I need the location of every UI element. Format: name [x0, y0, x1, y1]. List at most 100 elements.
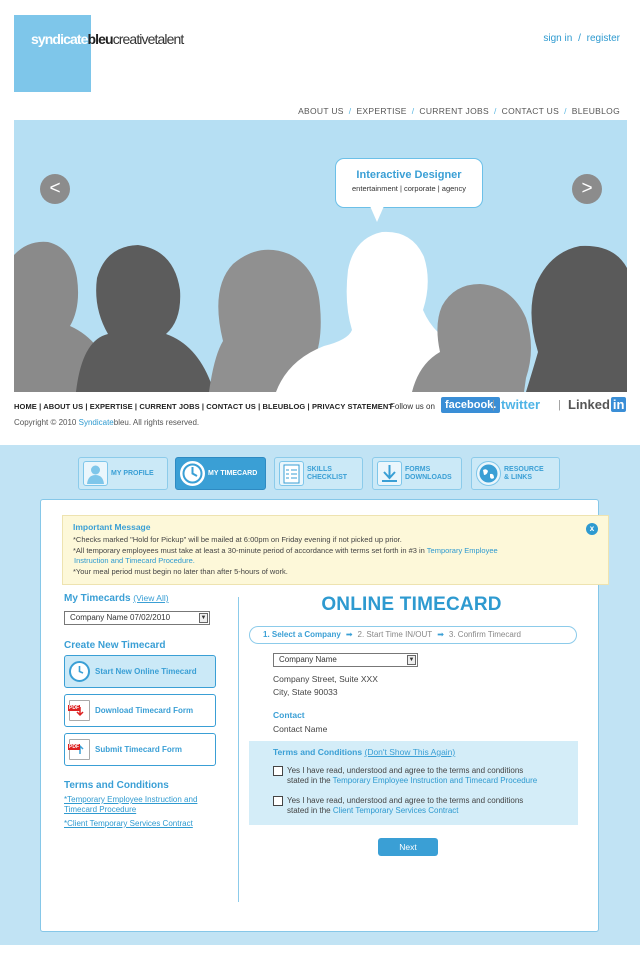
signin-link[interactable]: sign in	[543, 33, 572, 44]
company-street: Company Street, Suite XXX	[273, 674, 378, 684]
terms-link-contract[interactable]: *Client Temporary Services Contract	[64, 819, 193, 829]
logo-wordmark[interactable]: syndicatebleucreativetalent	[31, 31, 185, 47]
arrow-right-icon: ➡	[345, 630, 353, 639]
message-line-2: *All temporary employees must take at le…	[73, 546, 498, 555]
agree-text-2: Yes I have read, understood and agree to…	[287, 796, 523, 816]
contact-name: Contact Name	[273, 724, 328, 734]
my-timecards-label: My Timecards	[64, 593, 131, 604]
register-link[interactable]: register	[587, 33, 620, 44]
pdf-upload-icon	[68, 739, 90, 760]
nav-about[interactable]: ABOUT US	[298, 106, 344, 116]
tab-label: FORMS DOWNLOADS	[405, 465, 452, 481]
hero-banner: < > Interactive Designer entertainment |…	[14, 120, 627, 392]
chevron-down-icon: ▼	[407, 655, 416, 665]
logo-syndicate: syndicate	[31, 31, 88, 47]
company-city: City, State 90033	[273, 687, 338, 697]
nav-current-jobs[interactable]: CURRENT JOBS	[419, 106, 489, 116]
step-3: 3. Confirm Timecard	[448, 630, 521, 639]
linkedin-text: Linked	[568, 397, 610, 412]
close-icon[interactable]: x	[586, 523, 598, 535]
agree-link-2[interactable]: Client Temporary Services Contract	[333, 806, 459, 815]
copyright-brand-link[interactable]: Syndicate	[79, 418, 114, 427]
agree-text-2-line1: Yes I have read, understood and agree to…	[287, 796, 524, 805]
message-heading: Important Message	[73, 522, 151, 532]
agree-link-1[interactable]: Temporary Employee Instruction and Timec…	[333, 776, 538, 785]
step-progress: 1. Select a Company ➡ 2. Start Time IN/OUT…	[249, 626, 577, 644]
agree-text-1-line1: Yes I have read, understood and agree to…	[287, 766, 524, 775]
clock-icon	[180, 461, 205, 486]
footer-privacy[interactable]: PRIVACY STATEMENT	[312, 402, 393, 411]
start-online-timecard-button[interactable]: Start New Online Timecard	[64, 655, 216, 688]
tab-resource-links[interactable]: RESOURCE & LINKS	[471, 457, 560, 490]
submit-timecard-label: Submit Timecard Form	[95, 745, 182, 754]
agree-checkbox-2[interactable]	[273, 796, 283, 806]
nav-bleublog[interactable]: BLEUBLOG	[572, 106, 620, 116]
linkedin-in-box: in	[610, 397, 627, 412]
copyright: Copyright © 2010 Syndicatebleu. All righ…	[14, 418, 199, 427]
message-link-temp-employee[interactable]: Temporary Employee	[427, 546, 498, 555]
footer-contact[interactable]: CONTACT US	[206, 402, 256, 411]
message-line-1: *Checks marked "Hold for Pickup" will be…	[73, 535, 402, 544]
logo-square[interactable]	[14, 15, 91, 92]
message-link-procedure[interactable]: Instruction and Timecard Procedure.	[74, 556, 195, 565]
footer-links: HOME | ABOUT US | EXPERTISE | CURRENT JO…	[14, 402, 394, 411]
carousel-prev-button[interactable]: <	[40, 174, 70, 204]
pdf-download-icon	[68, 700, 90, 721]
page-title: ONLINE TIMECARD	[321, 594, 502, 615]
tab-label: SKILLS CHECKLIST	[307, 465, 348, 481]
tab-label: MY PROFILE	[111, 469, 154, 477]
speech-bubble: Interactive Designer entertainment | cor…	[335, 158, 483, 208]
tab-my-timecard[interactable]: MY TIMECARD	[175, 457, 266, 490]
terms-link-procedure-line2: Timecard Procedure	[64, 805, 137, 814]
column-divider	[238, 597, 239, 902]
dont-show-again-link[interactable]: (Don't Show This Again)	[364, 747, 455, 757]
step-1: 1. Select a Company	[263, 630, 341, 639]
agree-text-2-prefix: stated in the	[287, 806, 333, 815]
my-timecards-heading: My Timecards (View All)	[64, 593, 169, 604]
copyright-prefix: Copyright © 2010	[14, 418, 79, 427]
nav-expertise[interactable]: EXPERTISE	[356, 106, 406, 116]
terms-link-procedure-line1: *Temporary Employee Instruction and	[64, 795, 198, 804]
submit-timecard-button[interactable]: Submit Timecard Form	[64, 733, 216, 766]
globe-icon	[476, 461, 501, 486]
step-2: 2. Start Time IN/OUT	[357, 630, 433, 639]
tab-my-profile[interactable]: MY PROFILE	[78, 457, 168, 490]
linkedin-logo[interactable]: Linked in	[568, 397, 627, 413]
footer-current-jobs[interactable]: CURRENT JOBS	[139, 402, 199, 411]
agree-text-1-prefix: stated in the	[287, 776, 333, 785]
company-select[interactable]: Company Name ▼	[273, 653, 418, 667]
terms-box-heading: Terms and Conditions (Don't Show This Ag…	[273, 747, 455, 757]
carousel-next-button[interactable]: >	[572, 174, 602, 204]
timecard-panel: Important Message x *Checks marked "Hold…	[40, 499, 609, 932]
follow-label: Follow us on	[390, 402, 435, 411]
message-line-3: Instruction and Timecard Procedure.	[73, 556, 195, 565]
view-all-link[interactable]: (View All)	[133, 593, 168, 603]
auth-links: sign in / register	[543, 33, 620, 44]
tab-label: RESOURCE & LINKS	[504, 465, 544, 481]
terms-link-procedure[interactable]: *Temporary Employee Instruction and Timec…	[64, 795, 197, 815]
download-timecard-button[interactable]: Download Timecard Form	[64, 694, 216, 727]
important-message: Important Message x *Checks marked "Hold…	[62, 515, 609, 585]
footer-home[interactable]: HOME	[14, 402, 37, 411]
next-button[interactable]: Next	[378, 838, 438, 856]
tab-label: MY TIMECARD	[208, 469, 258, 477]
twitter-logo[interactable]: twitter	[501, 397, 540, 413]
logo-creativetalent: creativetalent	[112, 31, 185, 47]
footer-bleublog[interactable]: BLEUBLOG	[262, 402, 305, 411]
start-online-timecard-label: Start New Online Timecard	[95, 667, 197, 676]
agree-checkbox-1[interactable]	[273, 766, 283, 776]
agree-text-1: Yes I have read, understood and agree to…	[287, 766, 537, 786]
silhouettes-illustration	[14, 231, 627, 392]
contact-heading: Contact	[273, 710, 305, 720]
timecard-select[interactable]: Company Name 07/02/2010 ▼	[64, 611, 210, 625]
footer-expertise[interactable]: EXPERTISE	[90, 402, 133, 411]
terms-heading: Terms and Conditions	[64, 780, 169, 791]
bubble-subtitle: entertainment | corporate | agency	[352, 184, 466, 193]
tab-skills-checklist[interactable]: SKILLS CHECKLIST	[274, 457, 363, 490]
message-line-4: *Your meal period must begin no later th…	[73, 567, 288, 576]
nav-contact[interactable]: CONTACT US	[502, 106, 559, 116]
logo-bleu: bleu	[87, 31, 114, 47]
speech-bubble-tail	[370, 206, 384, 222]
tab-forms-downloads[interactable]: FORMS DOWNLOADS	[372, 457, 462, 490]
footer-about[interactable]: ABOUT US	[43, 402, 83, 411]
